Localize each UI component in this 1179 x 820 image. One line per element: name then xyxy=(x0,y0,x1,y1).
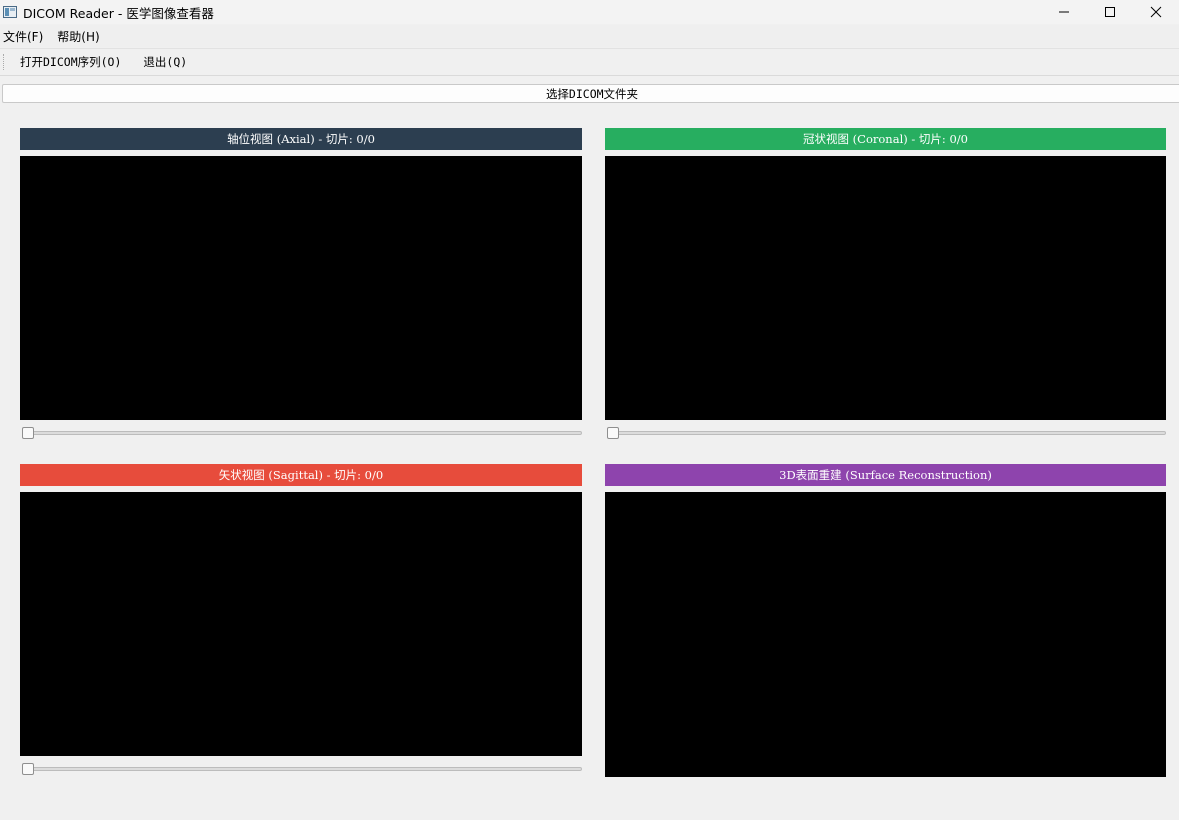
coronal-slice-slider[interactable] xyxy=(605,427,1166,439)
slider-handle[interactable] xyxy=(22,763,34,775)
slider-groove xyxy=(22,431,582,435)
slider-groove xyxy=(607,431,1166,435)
axial-view-header: 轴位视图 (Axial) - 切片: 0/0 xyxy=(20,128,582,150)
window-controls xyxy=(1041,0,1179,24)
surface-3d-canvas[interactable] xyxy=(605,492,1166,777)
slider-handle[interactable] xyxy=(607,427,619,439)
menu-bar: 文件(F) 帮助(H) xyxy=(0,25,1179,47)
app-window-icon xyxy=(3,6,17,18)
axial-slice-slider[interactable] xyxy=(20,427,582,439)
surface-view-header: 3D表面重建 (Surface Reconstruction) xyxy=(605,464,1166,486)
window-title: DICOM Reader - 医学图像查看器 xyxy=(23,5,214,21)
menu-help[interactable]: 帮助(H) xyxy=(54,28,106,45)
sagittal-view-canvas[interactable] xyxy=(20,492,582,756)
slider-groove xyxy=(22,767,582,771)
open-dicom-series-button[interactable]: 打开DICOM序列(O) xyxy=(17,54,124,70)
toolbar-grip[interactable] xyxy=(3,54,7,70)
sagittal-slice-slider[interactable] xyxy=(20,763,582,775)
axial-view-canvas[interactable] xyxy=(20,156,582,420)
menu-file[interactable]: 文件(F) xyxy=(0,28,50,45)
toolbar: 打开DICOM序列(O) 退出(Q) xyxy=(0,48,1179,76)
title-bar: DICOM Reader - 医学图像查看器 xyxy=(0,0,1179,24)
minimize-button[interactable] xyxy=(1041,0,1087,24)
select-dicom-folder-button[interactable]: 选择DICOM文件夹 xyxy=(2,84,1179,103)
close-icon xyxy=(1150,6,1162,18)
maximize-button[interactable] xyxy=(1087,0,1133,24)
exit-button[interactable]: 退出(Q) xyxy=(140,54,190,70)
maximize-icon xyxy=(1105,7,1115,17)
minimize-icon xyxy=(1059,11,1069,13)
coronal-view-header: 冠状视图 (Coronal) - 切片: 0/0 xyxy=(605,128,1166,150)
close-button[interactable] xyxy=(1133,0,1179,24)
coronal-view-canvas[interactable] xyxy=(605,156,1166,420)
slider-handle[interactable] xyxy=(22,427,34,439)
sagittal-view-header: 矢状视图 (Sagittal) - 切片: 0/0 xyxy=(20,464,582,486)
